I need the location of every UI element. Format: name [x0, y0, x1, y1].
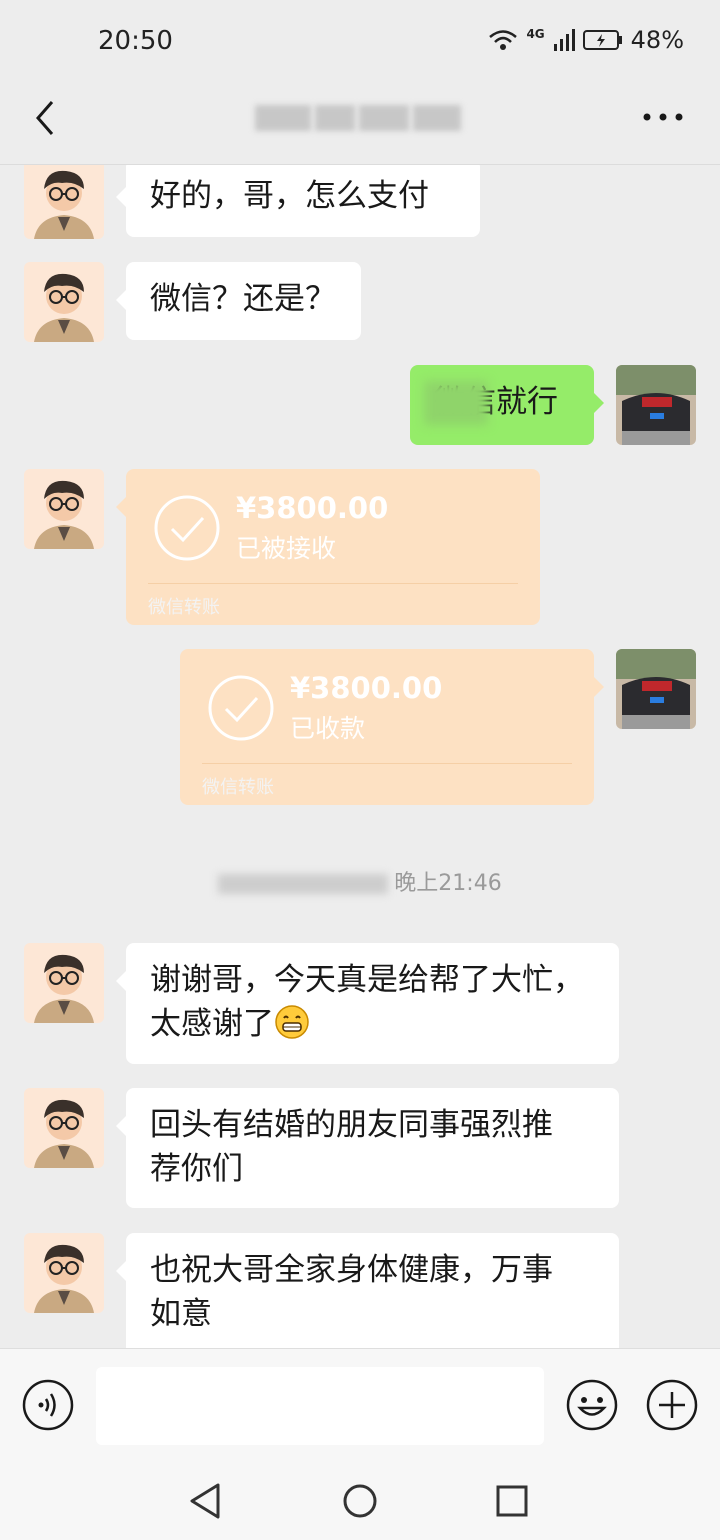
redaction-blur [424, 381, 488, 425]
nav-recent-icon[interactable] [494, 1482, 530, 1520]
signal-icon [553, 29, 575, 51]
message-bubble[interactable]: 微信？还是？ [116, 262, 361, 340]
message-text-line: 也祝大哥全家身体健康，万事 [150, 1252, 553, 1288]
check-circle-icon [208, 675, 274, 741]
plus-icon[interactable] [646, 1379, 698, 1431]
input-bar [0, 1348, 720, 1461]
nav-home-icon[interactable] [342, 1482, 378, 1520]
emoji-icon[interactable] [566, 1379, 618, 1431]
avatar-image [24, 1088, 104, 1168]
message-bubble[interactable]: 回头有结婚的朋友同事强烈推 荐你们 [116, 1088, 619, 1208]
avatar-image [616, 365, 696, 445]
message-text: 微信？还是？ [150, 281, 336, 317]
message-timestamp: 晚上21:46 [0, 865, 720, 897]
message-text-line: 荐你们 [150, 1151, 243, 1187]
battery-level: 48% [630, 26, 684, 54]
status-right: 4G 48% [488, 26, 684, 54]
message-text-line: 太感谢了 [150, 1002, 595, 1046]
transfer-status: 已收款 [290, 714, 366, 743]
contact-avatar[interactable] [24, 1233, 104, 1313]
my-avatar[interactable] [616, 649, 696, 729]
network-label: 4G [526, 27, 545, 41]
transfer-label: 微信转账 [148, 597, 220, 618]
avatar-image [24, 1233, 104, 1313]
status-bar: 20:50 4G 48% [0, 0, 720, 84]
contact-avatar[interactable] [24, 262, 104, 342]
message-list[interactable]: 好的，哥，怎么支付 微信？还是？ 微信就行 ¥3800.00 已被接收 微信转账… [0, 165, 720, 1348]
message-input[interactable] [96, 1367, 544, 1445]
message-text: 好的，哥，怎么支付 [150, 178, 429, 214]
divider [202, 763, 572, 764]
avatar-image [24, 262, 104, 342]
contact-avatar[interactable] [24, 469, 104, 549]
message-text-line: 如意 [150, 1296, 212, 1332]
message-text-line: 回头有结婚的朋友同事强烈推 [150, 1107, 553, 1143]
contact-avatar[interactable] [24, 943, 104, 1023]
message-bubble[interactable]: 谢谢哥，今天真是给帮了大忙， 太感谢了 [116, 943, 619, 1064]
message-bubble[interactable]: 好的，哥，怎么支付 [116, 165, 480, 237]
chat-header [0, 84, 720, 165]
contact-avatar[interactable] [24, 1088, 104, 1168]
avatar-image [24, 165, 104, 239]
message-bubble[interactable]: 微信就行 [410, 365, 604, 445]
divider [148, 583, 518, 584]
transfer-label: 微信转账 [202, 777, 274, 798]
check-circle-icon [154, 495, 220, 561]
message-text-line: 谢谢哥，今天真是给帮了大忙， [150, 962, 584, 998]
battery-icon [582, 30, 622, 50]
back-icon[interactable] [30, 98, 60, 138]
transfer-card[interactable]: ¥3800.00 已收款 微信转账 [180, 649, 604, 805]
avatar-image [24, 469, 104, 549]
transfer-card[interactable]: ¥3800.00 已被接收 微信转账 [116, 469, 540, 625]
more-icon[interactable] [642, 110, 684, 124]
wifi-icon [489, 30, 518, 50]
avatar-image [24, 943, 104, 1023]
transfer-status: 已被接收 [236, 534, 337, 563]
nav-back-icon[interactable] [188, 1482, 224, 1520]
message-bubble[interactable]: 也祝大哥全家身体健康，万事 如意 [116, 1233, 619, 1348]
timestamp-text: 晚上21:46 [394, 871, 502, 896]
redaction-blur [218, 874, 389, 894]
redacted-chat-title [255, 98, 465, 138]
my-avatar[interactable] [616, 365, 696, 445]
message-text: 太感谢了 [150, 1006, 274, 1042]
transfer-amount: ¥3800.00 [236, 491, 389, 525]
grin-emoji-icon [275, 1005, 309, 1039]
voice-icon[interactable] [22, 1379, 74, 1431]
avatar-image [616, 649, 696, 729]
contact-avatar[interactable] [24, 165, 104, 239]
status-time: 20:50 [98, 26, 173, 56]
system-navigation-bar [0, 1460, 720, 1540]
transfer-amount: ¥3800.00 [290, 671, 443, 705]
